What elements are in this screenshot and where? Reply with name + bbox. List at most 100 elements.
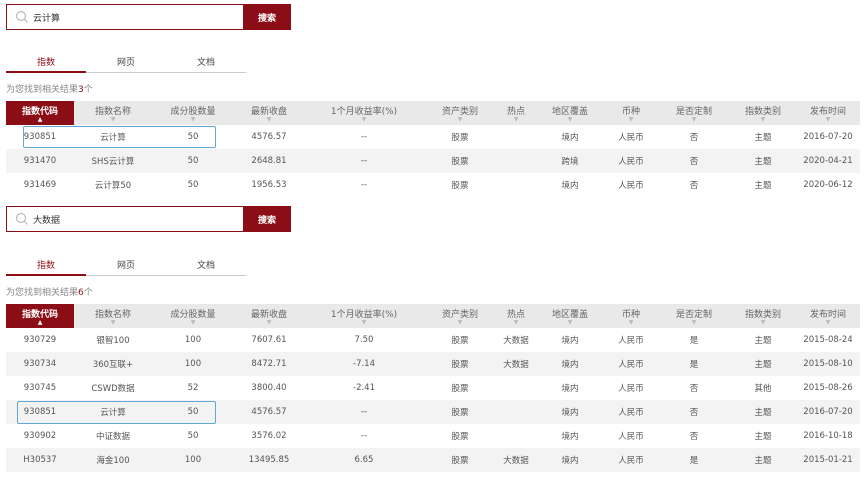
table-row[interactable]: 930734 360互联+ 100 8472.71 -7.14 股票 大数据 境内 人民币是主题… — [6, 352, 860, 376]
table-cell[interactable]: SHS云计算 — [74, 149, 152, 173]
table-cell[interactable]: 云计算50 — [74, 173, 152, 197]
column-header[interactable]: 地区覆盖 ▼ — [536, 304, 604, 328]
search-input-wrapper[interactable] — [6, 4, 243, 30]
table-cell: 大数据 — [496, 352, 536, 376]
column-header[interactable]: 是否定制 ▼ — [658, 101, 730, 125]
table-row[interactable]: H30537 海金100 100 13495.85 6.65 股票 大数据 境内 人民币是主题 2… — [6, 448, 860, 472]
table-cell: -- — [360, 132, 368, 142]
table-cell: 股票 — [451, 432, 469, 442]
search-input[interactable] — [33, 12, 223, 22]
column-header[interactable]: 是否定制 ▼ — [658, 304, 730, 328]
column-header[interactable]: 指数名称 ▼ — [74, 101, 152, 125]
sort-arrow-icon[interactable]: ▼ — [496, 116, 536, 123]
table-cell[interactable]: CSWD数据 — [74, 376, 152, 400]
tab-web[interactable]: 网页 — [86, 56, 166, 72]
sort-arrow-icon[interactable]: ▼ — [304, 319, 424, 326]
table-cell: 930734 — [6, 352, 74, 376]
table-cell: 股票 — [424, 448, 496, 472]
table-cell[interactable]: 360互联+ — [74, 352, 152, 376]
search-button[interactable]: 搜索 — [243, 4, 291, 30]
table-cell: 境内 — [561, 336, 579, 346]
sort-arrow-icon[interactable]: ▼ — [658, 116, 730, 123]
column-header[interactable]: 指数类别 ▼ — [730, 101, 796, 125]
column-header[interactable]: 热点 ▼ — [496, 304, 536, 328]
column-header[interactable]: 指数代码 ▲ — [6, 101, 74, 125]
table-cell — [496, 376, 536, 400]
table-cell[interactable]: 中证数据 — [74, 424, 152, 448]
table-cell: 100 — [184, 335, 202, 345]
table-cell[interactable]: 云计算 — [74, 400, 152, 424]
column-header[interactable]: 币种 ▼ — [604, 101, 658, 125]
sort-arrow-icon[interactable]: ▼ — [152, 319, 234, 326]
table-row[interactable]: 931470 SHS云计算 50 2648.81 -- 股票 跨境 人民币否主题 2020-04… — [6, 149, 860, 173]
sort-arrow-icon[interactable]: ▼ — [604, 116, 658, 123]
search-input-wrapper[interactable] — [6, 206, 243, 232]
search-input[interactable] — [33, 214, 223, 224]
sort-arrow-icon[interactable]: ▼ — [730, 116, 796, 123]
column-header[interactable]: 成分股数量 ▼ — [152, 304, 234, 328]
table-cell: 2020-04-21 — [796, 149, 860, 173]
tab-index[interactable]: 指数 — [6, 56, 86, 73]
sort-arrow-icon[interactable]: ▼ — [536, 116, 604, 123]
table-cell: 是 — [658, 352, 730, 376]
tab-index[interactable]: 指数 — [6, 259, 86, 276]
sort-arrow-icon[interactable]: ▼ — [152, 116, 234, 123]
column-header[interactable]: 最新收盘 ▼ — [234, 101, 304, 125]
column-header[interactable]: 1个月收益率(%) ▼ — [304, 304, 424, 328]
sort-arrow-icon[interactable]: ▲ — [6, 319, 74, 326]
sort-arrow-icon[interactable]: ▼ — [796, 319, 860, 326]
column-header[interactable]: 资产类别 ▼ — [424, 101, 496, 125]
sort-arrow-icon[interactable]: ▼ — [730, 319, 796, 326]
sort-arrow-icon[interactable]: ▼ — [424, 116, 496, 123]
column-header-label: 成分股数量 — [170, 309, 216, 320]
table-row[interactable]: 930902 中证数据 50 3576.02 -- 股票 境内 人民币 否 主题 2016-10-1… — [6, 424, 860, 448]
tab-docs[interactable]: 文档 — [166, 56, 246, 72]
sort-arrow-icon[interactable]: ▼ — [74, 319, 152, 326]
table-cell: 4576.57 — [251, 132, 287, 142]
sort-arrow-icon[interactable]: ▼ — [796, 116, 860, 123]
table-row[interactable]: 930745 CSWD数据 52 3800.40 -2.41 股票 境内 人民币 否 其他 2015… — [6, 376, 860, 400]
column-header[interactable]: 最新收盘 ▼ — [234, 304, 304, 328]
table-cell: 2016-10-18 — [803, 431, 853, 441]
column-header-label: 币种 — [621, 106, 640, 117]
tab-docs[interactable]: 文档 — [166, 259, 246, 275]
column-header[interactable]: 发布时间 ▼ — [796, 101, 860, 125]
sort-arrow-icon[interactable]: ▼ — [234, 319, 304, 326]
sort-arrow-icon[interactable]: ▼ — [658, 319, 730, 326]
table-cell: 2648.81 — [234, 149, 304, 173]
table-row[interactable]: 930851 云计算 50 4576.57 -- 股票 境内 人民币否主题 2016-07-20 — [6, 400, 860, 424]
column-header[interactable]: 指数类别 ▼ — [730, 304, 796, 328]
table-cell: 境内 — [536, 448, 604, 472]
tab-web[interactable]: 网页 — [86, 259, 166, 275]
sort-arrow-icon[interactable]: ▼ — [234, 116, 304, 123]
table-cell[interactable]: 云计算 — [74, 125, 152, 149]
result-prefix: 为您找到相关结果 — [6, 288, 79, 298]
table-row[interactable]: 931469 云计算50 50 1956.53 -- 股票 境内 人民币 否 主题 2020-06-… — [6, 173, 860, 197]
column-header[interactable]: 资产类别 ▼ — [424, 304, 496, 328]
table-row[interactable]: 930729 银智100 100 7607.61 7.50 股票 大数据 境内 人民币 是 主题 20… — [6, 328, 860, 352]
column-header-label: 指数类别 — [744, 309, 781, 320]
table-cell[interactable]: 海金100 — [74, 448, 152, 472]
sort-arrow-icon[interactable]: ▼ — [536, 319, 604, 326]
sort-arrow-icon[interactable]: ▼ — [74, 116, 152, 123]
column-header[interactable]: 发布时间 ▼ — [796, 304, 860, 328]
column-header[interactable]: 热点 ▼ — [496, 101, 536, 125]
sort-arrow-icon[interactable]: ▼ — [424, 319, 496, 326]
table-cell: 境内 — [561, 181, 579, 191]
column-header[interactable]: 币种 ▼ — [604, 304, 658, 328]
sort-arrow-icon[interactable]: ▼ — [496, 319, 536, 326]
column-header[interactable]: 地区覆盖 ▼ — [536, 101, 604, 125]
table-cell[interactable]: 银智100 — [74, 328, 152, 352]
sort-arrow-icon[interactable]: ▲ — [6, 116, 74, 123]
column-header[interactable]: 成分股数量 ▼ — [152, 101, 234, 125]
table-cell: 人民币 — [618, 133, 644, 143]
column-header[interactable]: 指数代码 ▲ — [6, 304, 74, 328]
column-header-label: 1个月收益率(%) — [330, 106, 398, 117]
sort-arrow-icon[interactable]: ▼ — [304, 116, 424, 123]
column-header[interactable]: 指数名称 ▼ — [74, 304, 152, 328]
table-cell: 主题 — [730, 448, 796, 472]
sort-arrow-icon[interactable]: ▼ — [604, 319, 658, 326]
search-button[interactable]: 搜索 — [243, 206, 291, 232]
table-row[interactable]: 930851 云计算 50 4576.57 -- 股票 境内 人民币否主题 2016-07-20 — [6, 125, 860, 149]
column-header[interactable]: 1个月收益率(%) ▼ — [304, 101, 424, 125]
